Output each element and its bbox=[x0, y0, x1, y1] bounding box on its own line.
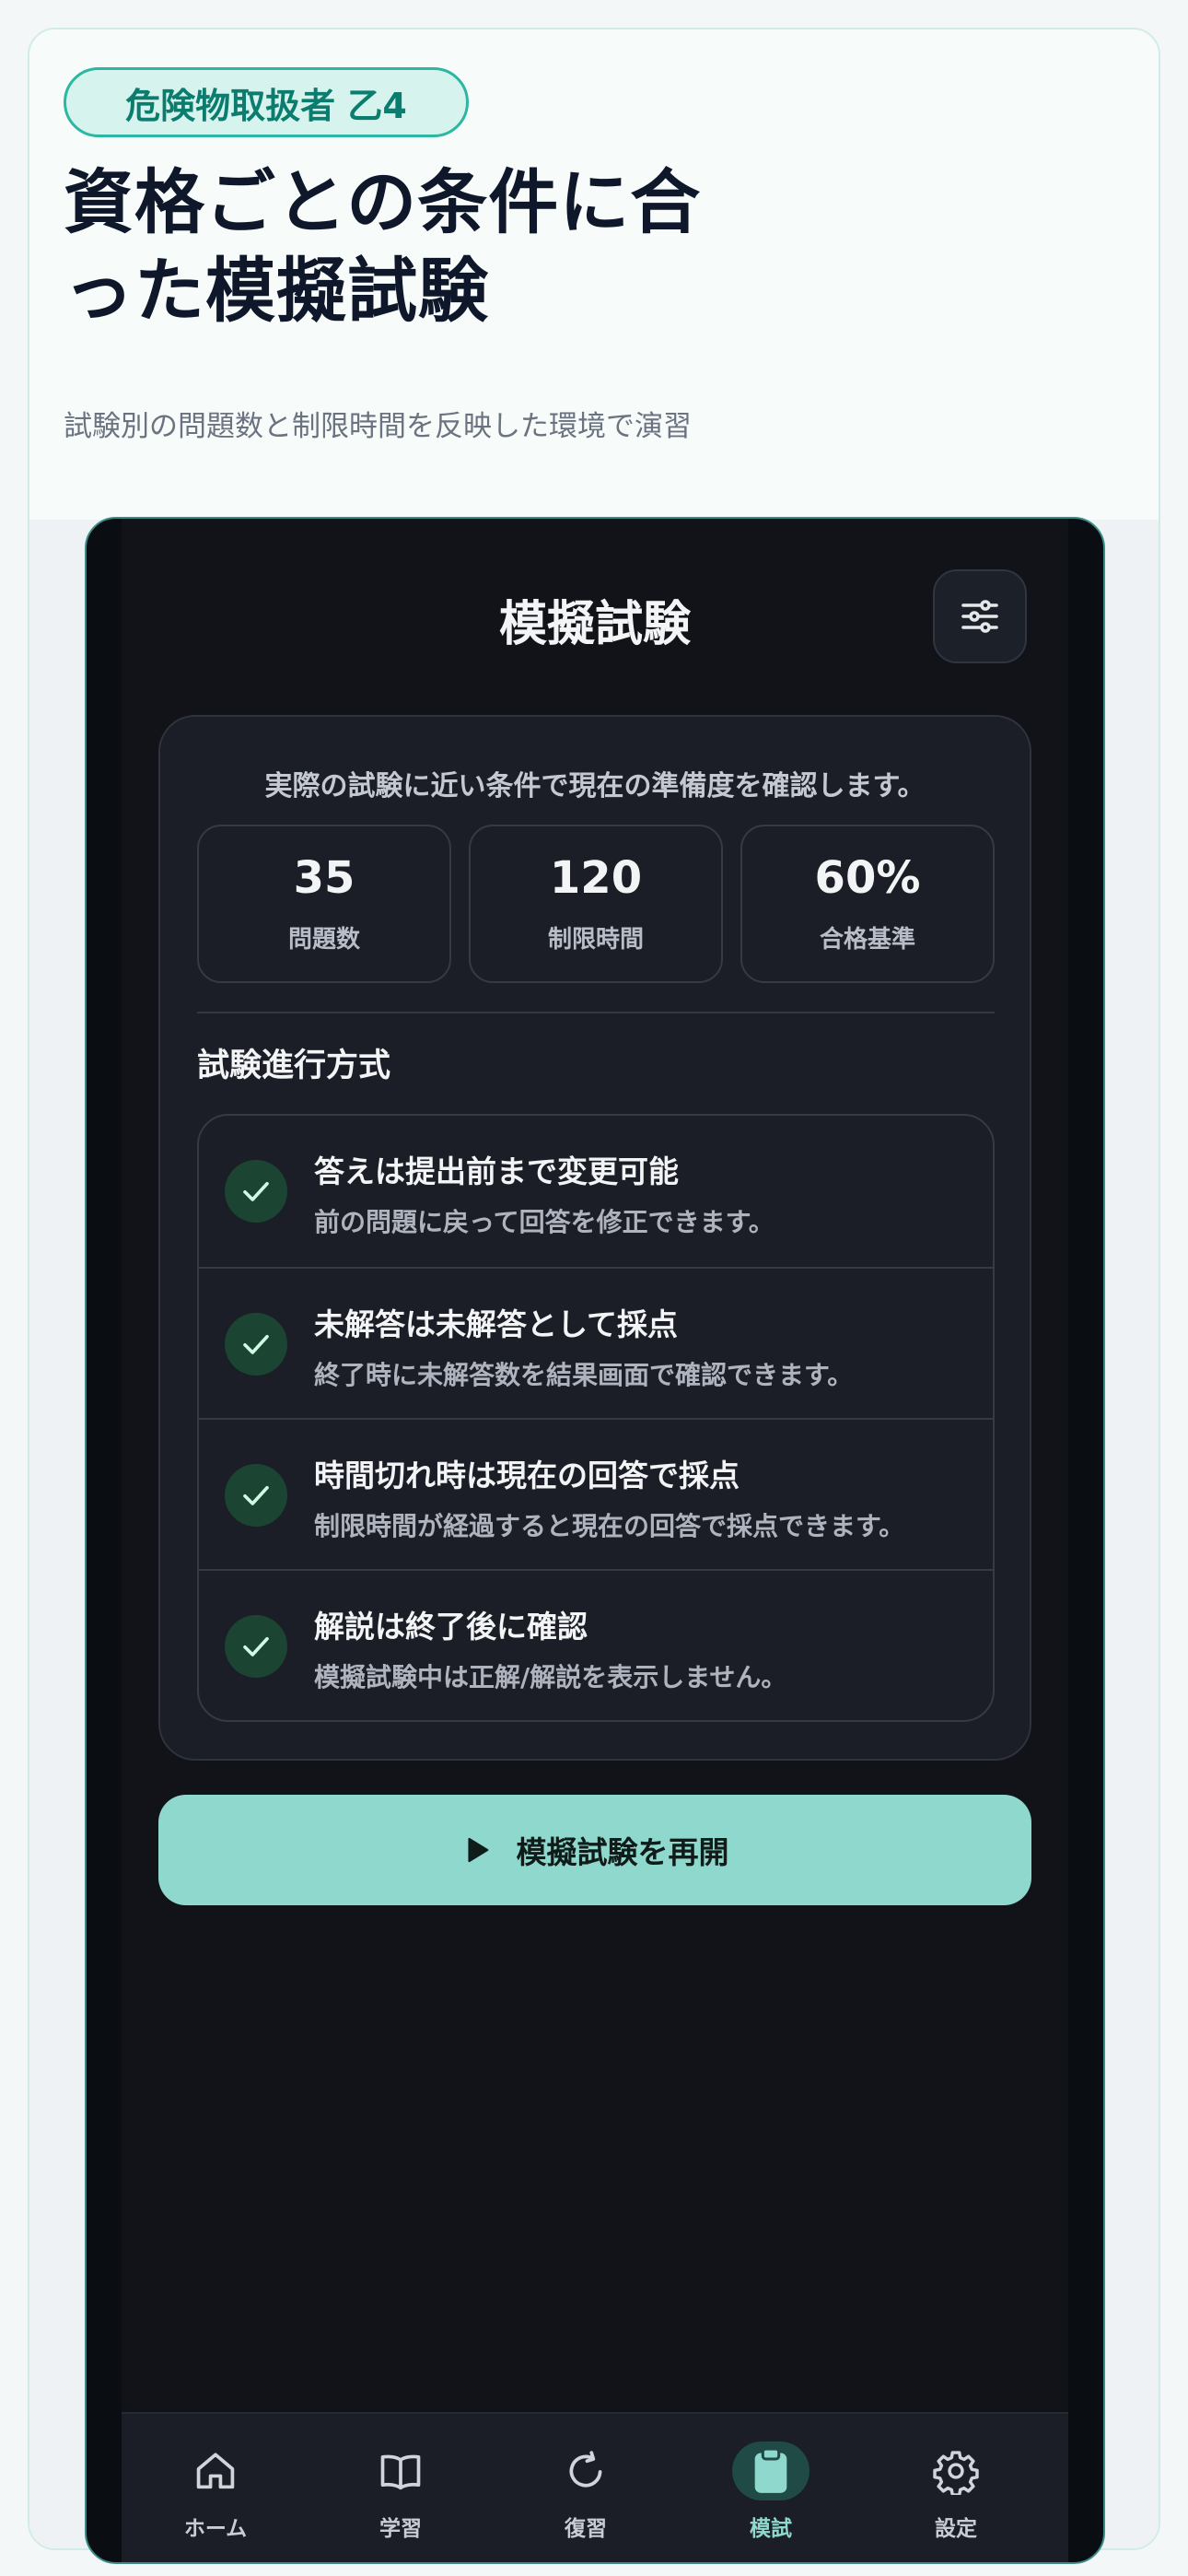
rule-item: 時間切れ時は現在の回答で採点 制限時間が経過すると現在の回答で採点できます。 bbox=[199, 1418, 993, 1571]
stat-time-limit: 120 制限時間 bbox=[469, 825, 723, 983]
rule-title: 解説は終了後に確認 bbox=[314, 1609, 588, 1645]
stat-label: 合格基準 bbox=[819, 926, 915, 954]
tab-mock-exam[interactable]: 模試 bbox=[697, 2414, 844, 2562]
check-icon bbox=[225, 1615, 287, 1678]
rule-item: 未解答は未解答として採点 終了時に未解答数を結果画面で確認できます。 bbox=[199, 1267, 993, 1420]
tab-label: 復習 bbox=[565, 2517, 607, 2541]
check-icon bbox=[225, 1313, 287, 1376]
rule-item: 解説は終了後に確認 模擬試験中は正解/解説を表示しません。 bbox=[199, 1569, 993, 1720]
sliders-icon bbox=[961, 600, 998, 633]
hero-subtitle: 試験別の問題数と制限時間を反映した環境で演習 bbox=[64, 410, 692, 443]
stat-label: 問題数 bbox=[287, 926, 360, 954]
tab-settings[interactable]: 設定 bbox=[882, 2414, 1030, 2562]
rule-description: 模擬試験中は正解/解説を表示しません。 bbox=[314, 1662, 787, 1692]
rule-description: 終了時に未解答数を結果画面で確認できます。 bbox=[314, 1360, 854, 1390]
screen-title: 模擬試験 bbox=[498, 597, 691, 652]
bottom-tab-bar: ホーム 学習 復習 模試 設定 bbox=[122, 2412, 1068, 2562]
rule-description: 制限時間が経過すると現在の回答で採点できます。 bbox=[314, 1511, 905, 1541]
hero-title: 資格ごとの条件に合った模擬試験 bbox=[64, 161, 702, 332]
play-icon bbox=[461, 1834, 493, 1866]
tab-label: 設定 bbox=[935, 2517, 977, 2541]
clipboard-icon bbox=[732, 2441, 809, 2500]
stat-value: 60% bbox=[814, 852, 921, 904]
exam-tag: 危険物取扱者 乙4 bbox=[64, 67, 469, 137]
rule-item: 答えは提出前まで変更可能 前の問題に戻って回答を修正できます。 bbox=[199, 1116, 993, 1267]
exam-settings-button[interactable] bbox=[933, 569, 1027, 663]
divider bbox=[197, 1012, 995, 1013]
refresh-icon bbox=[547, 2441, 624, 2500]
check-icon bbox=[225, 1464, 287, 1527]
stat-pass-criteria: 60% 合格基準 bbox=[740, 825, 995, 983]
tab-home[interactable]: ホーム bbox=[142, 2414, 289, 2562]
tab-label: 模試 bbox=[750, 2517, 792, 2541]
rule-title: 時間切れ時は現在の回答で採点 bbox=[314, 1458, 740, 1493]
rules-list: 答えは提出前まで変更可能 前の問題に戻って回答を修正できます。 未解答は未解答と… bbox=[197, 1114, 995, 1722]
exam-info-card: 実際の試験に近い条件で現在の準備度を確認します。 35 問題数 120 制限時間… bbox=[158, 715, 1031, 1761]
check-icon bbox=[225, 1160, 287, 1223]
tab-study[interactable]: 学習 bbox=[327, 2414, 474, 2562]
app-screen: 模擬試験 実際の試験に近い条件で現在の準備度を確認します。 35 問題数 120… bbox=[122, 519, 1068, 2562]
phone-mockup: 模擬試験 実際の試験に近い条件で現在の準備度を確認します。 35 問題数 120… bbox=[85, 517, 1105, 2564]
tab-label: 学習 bbox=[379, 2517, 422, 2541]
rules-section-title: 試験進行方式 bbox=[197, 1048, 391, 1084]
exam-description: 実際の試験に近い条件で現在の準備度を確認します。 bbox=[264, 770, 926, 802]
stat-question-count: 35 問題数 bbox=[197, 825, 451, 983]
stat-label: 制限時間 bbox=[547, 926, 644, 954]
tab-review[interactable]: 復習 bbox=[512, 2414, 659, 2562]
resume-exam-button[interactable]: 模擬試験を再開 bbox=[158, 1795, 1031, 1905]
tab-label: ホーム bbox=[183, 2517, 248, 2541]
rule-title: 答えは提出前まで変更可能 bbox=[314, 1153, 679, 1189]
book-icon bbox=[362, 2441, 439, 2500]
stat-value: 120 bbox=[549, 852, 643, 904]
hero-section: 危険物取扱者 乙4 資格ごとの条件に合った模擬試験 試験別の問題数と制限時間を反… bbox=[29, 29, 1159, 520]
stat-value: 35 bbox=[293, 852, 355, 904]
gear-icon bbox=[917, 2441, 995, 2500]
rule-description: 前の問題に戻って回答を修正できます。 bbox=[314, 1207, 775, 1237]
resume-exam-label: 模擬試験を再開 bbox=[516, 1834, 729, 1870]
home-icon bbox=[177, 2441, 254, 2500]
rule-title: 未解答は未解答として採点 bbox=[314, 1306, 679, 1342]
